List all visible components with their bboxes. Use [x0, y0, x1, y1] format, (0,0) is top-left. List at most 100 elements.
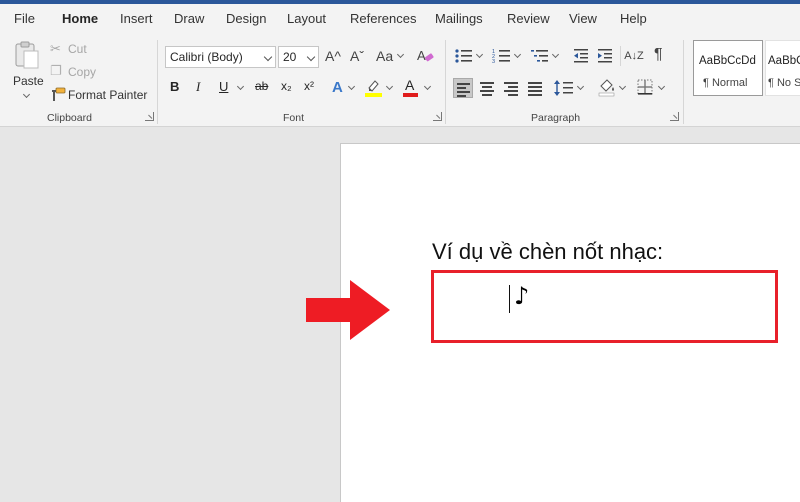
- paste-label: Paste: [13, 74, 44, 88]
- tab-references[interactable]: References: [350, 11, 416, 26]
- font-group-label: Font: [283, 112, 305, 124]
- ribbon-tabs: File Home Insert Draw Design Layout Refe…: [0, 4, 800, 37]
- paragraph-dialog-launcher-icon[interactable]: [670, 112, 679, 121]
- line-mark: [504, 82, 518, 84]
- chevron-down-icon: [576, 82, 585, 91]
- chevron-down-icon: [306, 52, 316, 62]
- align-center-button[interactable]: [477, 78, 497, 98]
- paragraph-group-label: Paragraph: [531, 112, 581, 124]
- clipboard-dialog-launcher-icon[interactable]: [145, 112, 154, 121]
- line-mark: [482, 94, 492, 96]
- align-left-button[interactable]: [453, 78, 473, 98]
- line-mark: [480, 82, 494, 84]
- strikethrough-button[interactable]: ab: [255, 79, 268, 97]
- bold-button[interactable]: B: [170, 79, 179, 97]
- line-mark: [508, 86, 518, 88]
- highlight-color-swatch: [365, 93, 382, 97]
- line-mark: [480, 90, 494, 92]
- text-effects-button[interactable]: A: [332, 79, 343, 97]
- grow-font-icon[interactable]: A^: [325, 48, 341, 64]
- annotation-highlight-box: [431, 270, 778, 343]
- ribbon: Paste ✂ Cut ❐ Copy Format Painter Clipbo…: [0, 34, 800, 127]
- document-heading-text[interactable]: Ví dụ về chèn nốt nhạc:: [432, 239, 663, 265]
- copy-icon: ❐: [50, 63, 62, 78]
- tab-layout[interactable]: Layout: [287, 11, 326, 26]
- annotation-arrow-icon: [306, 280, 390, 340]
- chevron-down-icon: [618, 82, 627, 91]
- line-mark: [528, 86, 542, 88]
- shrink-font-icon[interactable]: Aˇ: [350, 48, 364, 64]
- chevron-down-icon: [423, 82, 432, 91]
- chevron-down-icon: [347, 82, 356, 91]
- line-mark: [528, 90, 542, 92]
- font-size-dropdown[interactable]: 20: [278, 46, 319, 68]
- increase-indent-icon[interactable]: [596, 47, 614, 65]
- svg-text:3: 3: [492, 59, 495, 65]
- superscript-button[interactable]: x²: [304, 79, 314, 97]
- numbering-icon[interactable]: 1 2 3: [492, 47, 512, 65]
- justify-button[interactable]: [525, 78, 545, 98]
- group-divider: [157, 40, 158, 124]
- style-normal[interactable]: AaBbCcDd ¶ Normal: [693, 40, 763, 96]
- clipboard-group-label: Clipboard: [47, 112, 92, 124]
- chevron-down-icon: [385, 82, 394, 91]
- format-painter-button[interactable]: Format Painter: [68, 88, 147, 102]
- line-mark: [457, 87, 466, 89]
- tab-home[interactable]: Home: [62, 11, 98, 26]
- group-divider: [445, 40, 446, 124]
- line-mark: [457, 83, 470, 85]
- change-case-icon[interactable]: Aa: [376, 48, 393, 64]
- font-dialog-launcher-icon[interactable]: [433, 112, 442, 121]
- chevron-down-icon: [475, 50, 484, 59]
- borders-icon[interactable]: [636, 78, 654, 96]
- format-painter-icon: [52, 87, 66, 101]
- style-sample: AaBbCcDd: [699, 55, 756, 67]
- line-mark: [457, 91, 470, 93]
- group-divider: [683, 40, 684, 124]
- font-family-dropdown[interactable]: Calibri (Body): [165, 46, 276, 68]
- copy-button[interactable]: Copy: [68, 65, 96, 79]
- tab-mailings[interactable]: Mailings: [435, 11, 483, 26]
- sort-icon[interactable]: A↓Z: [624, 48, 644, 64]
- line-mark: [482, 86, 492, 88]
- underline-button[interactable]: U: [219, 79, 228, 97]
- chevron-down-icon: [22, 90, 31, 99]
- chevron-down-icon: [263, 52, 273, 62]
- chevron-down-icon: [551, 50, 560, 59]
- line-spacing-icon[interactable]: [553, 78, 575, 98]
- style-sample: AaBbCcDd: [768, 55, 800, 67]
- tab-review[interactable]: Review: [507, 11, 550, 26]
- chevron-down-icon: [513, 50, 522, 59]
- paste-button[interactable]: Paste: [8, 38, 46, 104]
- clear-formatting-icon[interactable]: A: [416, 47, 434, 65]
- font-color-swatch: [403, 93, 418, 97]
- line-mark: [508, 94, 518, 96]
- svg-text:A: A: [417, 48, 426, 63]
- tab-draw[interactable]: Draw: [174, 11, 204, 26]
- clipboard-icon: [15, 41, 39, 69]
- line-mark: [528, 82, 542, 84]
- style-name: ¶ No Spac: [768, 77, 800, 89]
- line-mark: [457, 95, 466, 97]
- show-formatting-marks-icon[interactable]: ¶: [654, 47, 663, 63]
- chevron-down-icon: [236, 82, 245, 91]
- cut-button[interactable]: Cut: [68, 42, 87, 56]
- tab-view[interactable]: View: [569, 11, 597, 26]
- font-size-value: 20: [283, 50, 297, 64]
- italic-button[interactable]: I: [196, 79, 200, 97]
- multilevel-list-icon[interactable]: [530, 47, 550, 65]
- tab-file[interactable]: File: [14, 11, 35, 26]
- style-name: ¶ Normal: [703, 77, 748, 89]
- scissors-icon: ✂: [50, 41, 61, 56]
- style-no-spacing[interactable]: AaBbCcDd ¶ No Spac: [765, 40, 800, 96]
- line-mark: [528, 94, 542, 96]
- decrease-indent-icon[interactable]: [572, 47, 590, 65]
- tab-design[interactable]: Design: [226, 11, 266, 26]
- tab-help[interactable]: Help: [620, 11, 647, 26]
- align-right-button[interactable]: [501, 78, 521, 98]
- bullets-icon[interactable]: [454, 47, 474, 65]
- shading-icon[interactable]: [597, 77, 617, 97]
- subscript-button[interactable]: x₂: [281, 79, 292, 97]
- line-mark: [504, 90, 518, 92]
- tab-insert[interactable]: Insert: [120, 11, 153, 26]
